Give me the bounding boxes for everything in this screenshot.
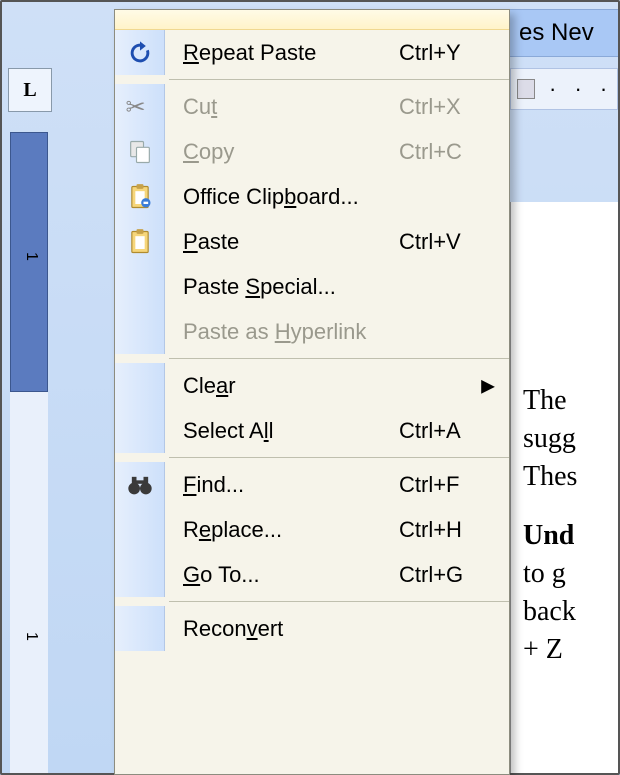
menu-item-shortcut: Ctrl+F (399, 472, 509, 498)
menu-item-label: Go To... (165, 562, 399, 588)
menu-icon-slot (115, 408, 165, 453)
menu-item-repeat[interactable]: Repeat PasteCtrl+Y (115, 30, 509, 75)
menu-icon-slot (115, 462, 165, 507)
menu-item-paste-special[interactable]: Paste Special... (115, 264, 509, 309)
menu-item-select-all[interactable]: Select AllCtrl+A (115, 408, 509, 453)
submenu-arrow-icon: ▶ (481, 375, 495, 396)
ruler-margin-region (10, 132, 48, 392)
menu-item-label: Office Clipboard... (165, 184, 509, 210)
menu-item-shortcut: Ctrl+Y (399, 40, 509, 66)
document-page[interactable]: The sugg Thes Und to g back + Z (510, 202, 618, 773)
doc-text-line: + Z (523, 631, 618, 669)
binoculars-icon (126, 471, 154, 499)
scissors-icon: ✂ (126, 93, 154, 121)
doc-text-line: to g (523, 555, 618, 593)
ruler-origin-marker[interactable]: L (8, 68, 52, 112)
menu-item-label: Reconvert (165, 616, 509, 642)
paste-icon (126, 228, 154, 256)
menu-item-shortcut: Ctrl+H (399, 517, 509, 543)
doc-text-line: Thes (523, 458, 618, 496)
menu-icon-slot (115, 606, 165, 651)
menu-item-clear[interactable]: Clear▶ (115, 363, 509, 408)
doc-text-line: sugg (523, 420, 618, 458)
menu-item-replace[interactable]: Replace...Ctrl+H (115, 507, 509, 552)
undo-repeat-icon (126, 39, 154, 67)
menu-separator (169, 358, 509, 359)
menu-icon-slot (115, 129, 165, 174)
menu-item-paste-hyper: Paste as Hyperlink (115, 309, 509, 354)
menu-item-label: Cut (165, 94, 399, 120)
menu-highlight-strip (115, 10, 509, 30)
menu-icon-slot (115, 309, 165, 354)
app-window: es Nev L · · · 1 1 The sugg Thes Und to … (0, 0, 620, 775)
menu-item-label: Copy (165, 139, 399, 165)
menu-item-label: Clear (165, 373, 509, 399)
font-name-fragment: es Nev (519, 19, 594, 47)
menu-item-label: Find... (165, 472, 399, 498)
menu-item-label: Paste Special... (165, 274, 509, 300)
ruler-marker-label: L (23, 79, 36, 102)
menu-item-label: Select All (165, 418, 399, 444)
menu-item-shortcut: Ctrl+A (399, 418, 509, 444)
menu-icon-slot (115, 219, 165, 264)
menu-item-label: Paste as Hyperlink (165, 319, 509, 345)
menu-item-label: Repeat Paste (165, 40, 399, 66)
menu-item-shortcut: Ctrl+C (399, 139, 509, 165)
horizontal-ruler[interactable]: · · · (510, 68, 618, 110)
menu-separator (169, 601, 509, 602)
menu-icon-slot (115, 30, 165, 75)
menu-icon-slot (115, 507, 165, 552)
menu-item-copy: CopyCtrl+C (115, 129, 509, 174)
menu-item-label: Replace... (165, 517, 399, 543)
menu-item-shortcut: Ctrl+V (399, 229, 509, 255)
menu-icon-slot (115, 264, 165, 309)
vertical-ruler[interactable]: 1 1 (10, 132, 48, 773)
menu-item-cut: ✂ CutCtrl+X (115, 84, 509, 129)
ruler-ticks: · · · (549, 76, 613, 102)
menu-separator (169, 79, 509, 80)
menu-item-shortcut: Ctrl+X (399, 94, 509, 120)
doc-text-line: back (523, 593, 618, 631)
menu-icon-slot (115, 552, 165, 597)
menu-item-shortcut: Ctrl+G (399, 562, 509, 588)
menu-separator (169, 457, 509, 458)
menu-icon-slot (115, 174, 165, 219)
edit-menu: Repeat PasteCtrl+Y✂CutCtrl+XCopyCtrl+COf… (114, 9, 510, 775)
menu-icon-slot: ✂ (115, 84, 165, 129)
menu-item-find[interactable]: Find...Ctrl+F (115, 462, 509, 507)
menu-item-paste[interactable]: PasteCtrl+V (115, 219, 509, 264)
copy-icon (126, 138, 154, 166)
menu-item-reconvert[interactable]: Reconvert (115, 606, 509, 651)
doc-text-line: The (523, 382, 618, 420)
doc-text-line: Und (523, 517, 618, 555)
menu-item-office-clip[interactable]: Office Clipboard... (115, 174, 509, 219)
menu-item-goto[interactable]: Go To...Ctrl+G (115, 552, 509, 597)
menu-icon-slot (115, 363, 165, 408)
font-selector-fragment[interactable]: es Nev (508, 9, 618, 57)
indent-marker-icon[interactable] (517, 79, 535, 99)
menu-item-label: Paste (165, 229, 399, 255)
clipboard-pane-icon (126, 183, 154, 211)
